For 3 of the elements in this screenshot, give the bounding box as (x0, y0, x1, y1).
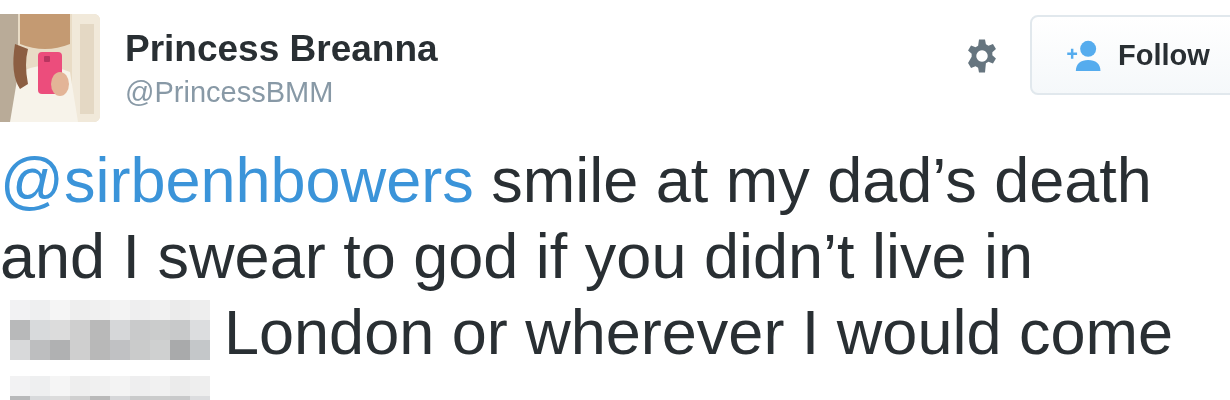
follow-button[interactable]: Follow (1030, 15, 1230, 95)
tweet-text: @sirbenhbowers smile at my dad’s death and I swear to god if you didn’t live in London or wherever I would come (0, 142, 1230, 400)
author-name[interactable]: Princess Breanna (125, 28, 964, 70)
